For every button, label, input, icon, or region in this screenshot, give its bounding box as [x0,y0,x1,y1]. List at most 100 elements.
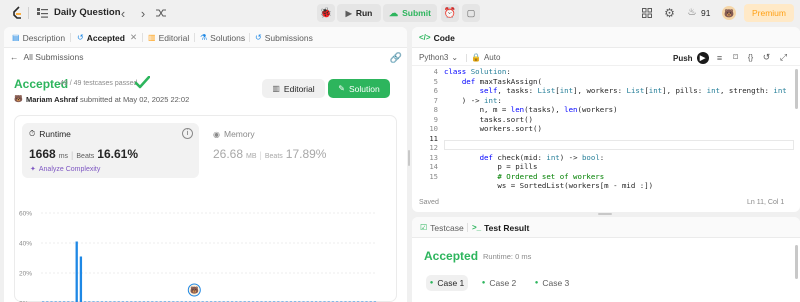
link-icon[interactable]: 🔗 [390,52,402,64]
submitter-name[interactable]: Mariam Ashraf [26,95,78,104]
saved-status: Saved [419,199,439,206]
line-number: 14 [429,162,438,171]
line-number: 13 [429,152,438,162]
all-submissions-label: All Submissions [23,52,84,62]
result-status: Accepted [424,249,479,263]
avatar-icon: 🐻 [190,286,199,295]
divider [28,7,29,19]
chart-bar[interactable] [75,241,78,302]
auto-mode[interactable]: 🔒 Auto [471,53,500,62]
bookmark-icon[interactable]: ⌑ [730,52,741,63]
editorial-button[interactable]: ▥ Editorial [262,79,325,98]
runtime-beats-label: Beats [76,153,95,160]
code-line: tasks.sort() [444,114,533,124]
line-number: 6 [433,86,438,95]
code-tab-bar: </> Code [412,27,800,48]
line-number: 11 [429,133,438,143]
format-lines-icon[interactable]: ≡ [714,52,725,63]
close-tab-icon[interactable]: ✕ [130,32,137,43]
analyze-label: Analyze Complexity [38,165,101,173]
push-button[interactable]: Push ▶ [673,52,709,64]
history-icon: ↺ [77,33,84,42]
code-line: p = pills [444,162,538,171]
code-line: n, m = len(tasks), len(workers) [444,105,618,114]
left-tab-bar: ▤ Description ↺ Accepted ✕ ▥ Editorial ⚗… [4,27,407,48]
language-label: Python3 [419,53,449,62]
divider [466,54,467,62]
y-tick-label: 40% [19,241,32,248]
line-number: 8 [433,105,438,114]
horizontal-resize-handle[interactable] [598,213,612,215]
debug-button[interactable]: 🐞 [317,4,335,22]
analyze-complexity-link[interactable]: ✦ Analyze Complexity [30,165,101,174]
y-tick-label: 20% [19,271,32,278]
testcases-passed: 49 / 49 testcases passed [60,80,138,87]
language-select[interactable]: Python3 ⌄ [419,53,458,62]
testcase-panel: ☑ Testcase >_ Test Result Accepted Runti… [412,217,800,302]
pass-dot-icon: ● [481,280,486,286]
expand-icon[interactable]: ⤢ [778,52,789,63]
premium-label: Premium [751,8,786,18]
chevron-left-icon[interactable]: ‹ [117,6,129,21]
sparkle-icon: ✦ [30,166,36,173]
memory-chip-icon: ◉ [213,129,220,139]
shuffle-icon[interactable] [155,7,167,19]
top-bar: Daily Question ‹ › 🐞 ▶ Run ☁ Submit ⏰ ▢ … [0,0,800,26]
chevron-right-icon[interactable]: › [137,6,149,21]
memory-box[interactable]: ◉ Memory 26.68 MB | Beats 17.89% [207,123,387,178]
memory-value-row: 26.68 MB | Beats 17.89% [213,147,326,161]
case-3-tab[interactable]: ● Case 3 [531,275,573,291]
premium-button[interactable]: Premium [744,4,794,22]
tab-testcase[interactable]: ☑ Testcase [420,217,464,238]
tab-code[interactable]: </> Code [419,27,455,48]
chart-bar[interactable] [79,256,83,302]
case-1-tab[interactable]: ● Case 1 [426,275,468,291]
line-number: 9 [433,114,438,124]
tab-editorial[interactable]: ▥ Editorial [148,27,189,48]
submit-button[interactable]: ☁ Submit [383,4,437,22]
checkmark-icon [134,74,150,90]
vertical-resize-handle[interactable] [408,150,410,166]
tab-accepted[interactable]: ↺ Accepted ✕ [77,27,137,48]
tab-test-result[interactable]: >_ Test Result [472,217,529,238]
avatar[interactable]: 🐻 [722,6,736,20]
tab-description[interactable]: ▤ Description [12,27,65,48]
timer-button[interactable]: ⏰ [441,4,459,22]
info-icon[interactable]: i [182,128,193,139]
testcase-tab-bar: ☑ Testcase >_ Test Result [412,217,800,238]
current-line-highlight [444,140,794,150]
leetcode-logo[interactable] [10,6,24,20]
tab-solutions[interactable]: ⚗ Solutions [200,27,245,48]
tab-submissions[interactable]: ↺ Submissions [255,27,313,48]
code-line: ws = SortedList(workers[m - mid :]) [444,181,654,190]
code-editor[interactable]: 4 5 6 7 8 9 10 11 12 13 14 15 class Solution: def m… [412,67,800,200]
clock-icon: ⏱ [29,129,36,138]
layout-grid-icon[interactable] [641,7,653,19]
case-2-tab[interactable]: ● Case 2 [478,275,520,291]
notes-button[interactable]: ▢ [462,4,480,22]
reset-icon[interactable]: ↺ [761,52,772,63]
user-avatar: 🐻 [14,95,23,103]
divider: | [259,150,262,160]
tab-divider [70,33,71,42]
memory-label: Memory [223,129,255,139]
settings-gear-icon[interactable]: ⚙ [663,6,676,20]
runtime-box[interactable]: ⏱ Runtime i 1668 ms | Beats 16.61% ✦ Ana… [22,123,199,178]
problem-list-icon[interactable] [36,7,48,19]
checkbox-icon: ☑ [420,223,428,232]
editor-scrollbar[interactable] [795,69,798,109]
run-button[interactable]: ▶ Run [337,4,381,22]
all-submissions-link[interactable]: ← All Submissions [10,52,84,62]
fire-icon[interactable]: ♨ [686,6,698,19]
runtime-distribution-chart[interactable]: 60%40%20%0%🐻308ms735ms1162ms1589ms2016ms… [15,208,396,302]
case-2-label: Case 2 [489,278,517,288]
memory-unit: MB [246,153,257,160]
testcase-scrollbar[interactable] [795,245,798,279]
code-line: workers.sort() [444,124,542,133]
braces-icon[interactable]: {} [745,52,756,63]
solution-button[interactable]: ✎ Solution [328,79,390,98]
run-label: Run [355,8,373,18]
daily-question-title[interactable]: Daily Question [54,7,121,18]
auto-label: Auto [483,53,501,62]
tab-divider [467,223,468,232]
